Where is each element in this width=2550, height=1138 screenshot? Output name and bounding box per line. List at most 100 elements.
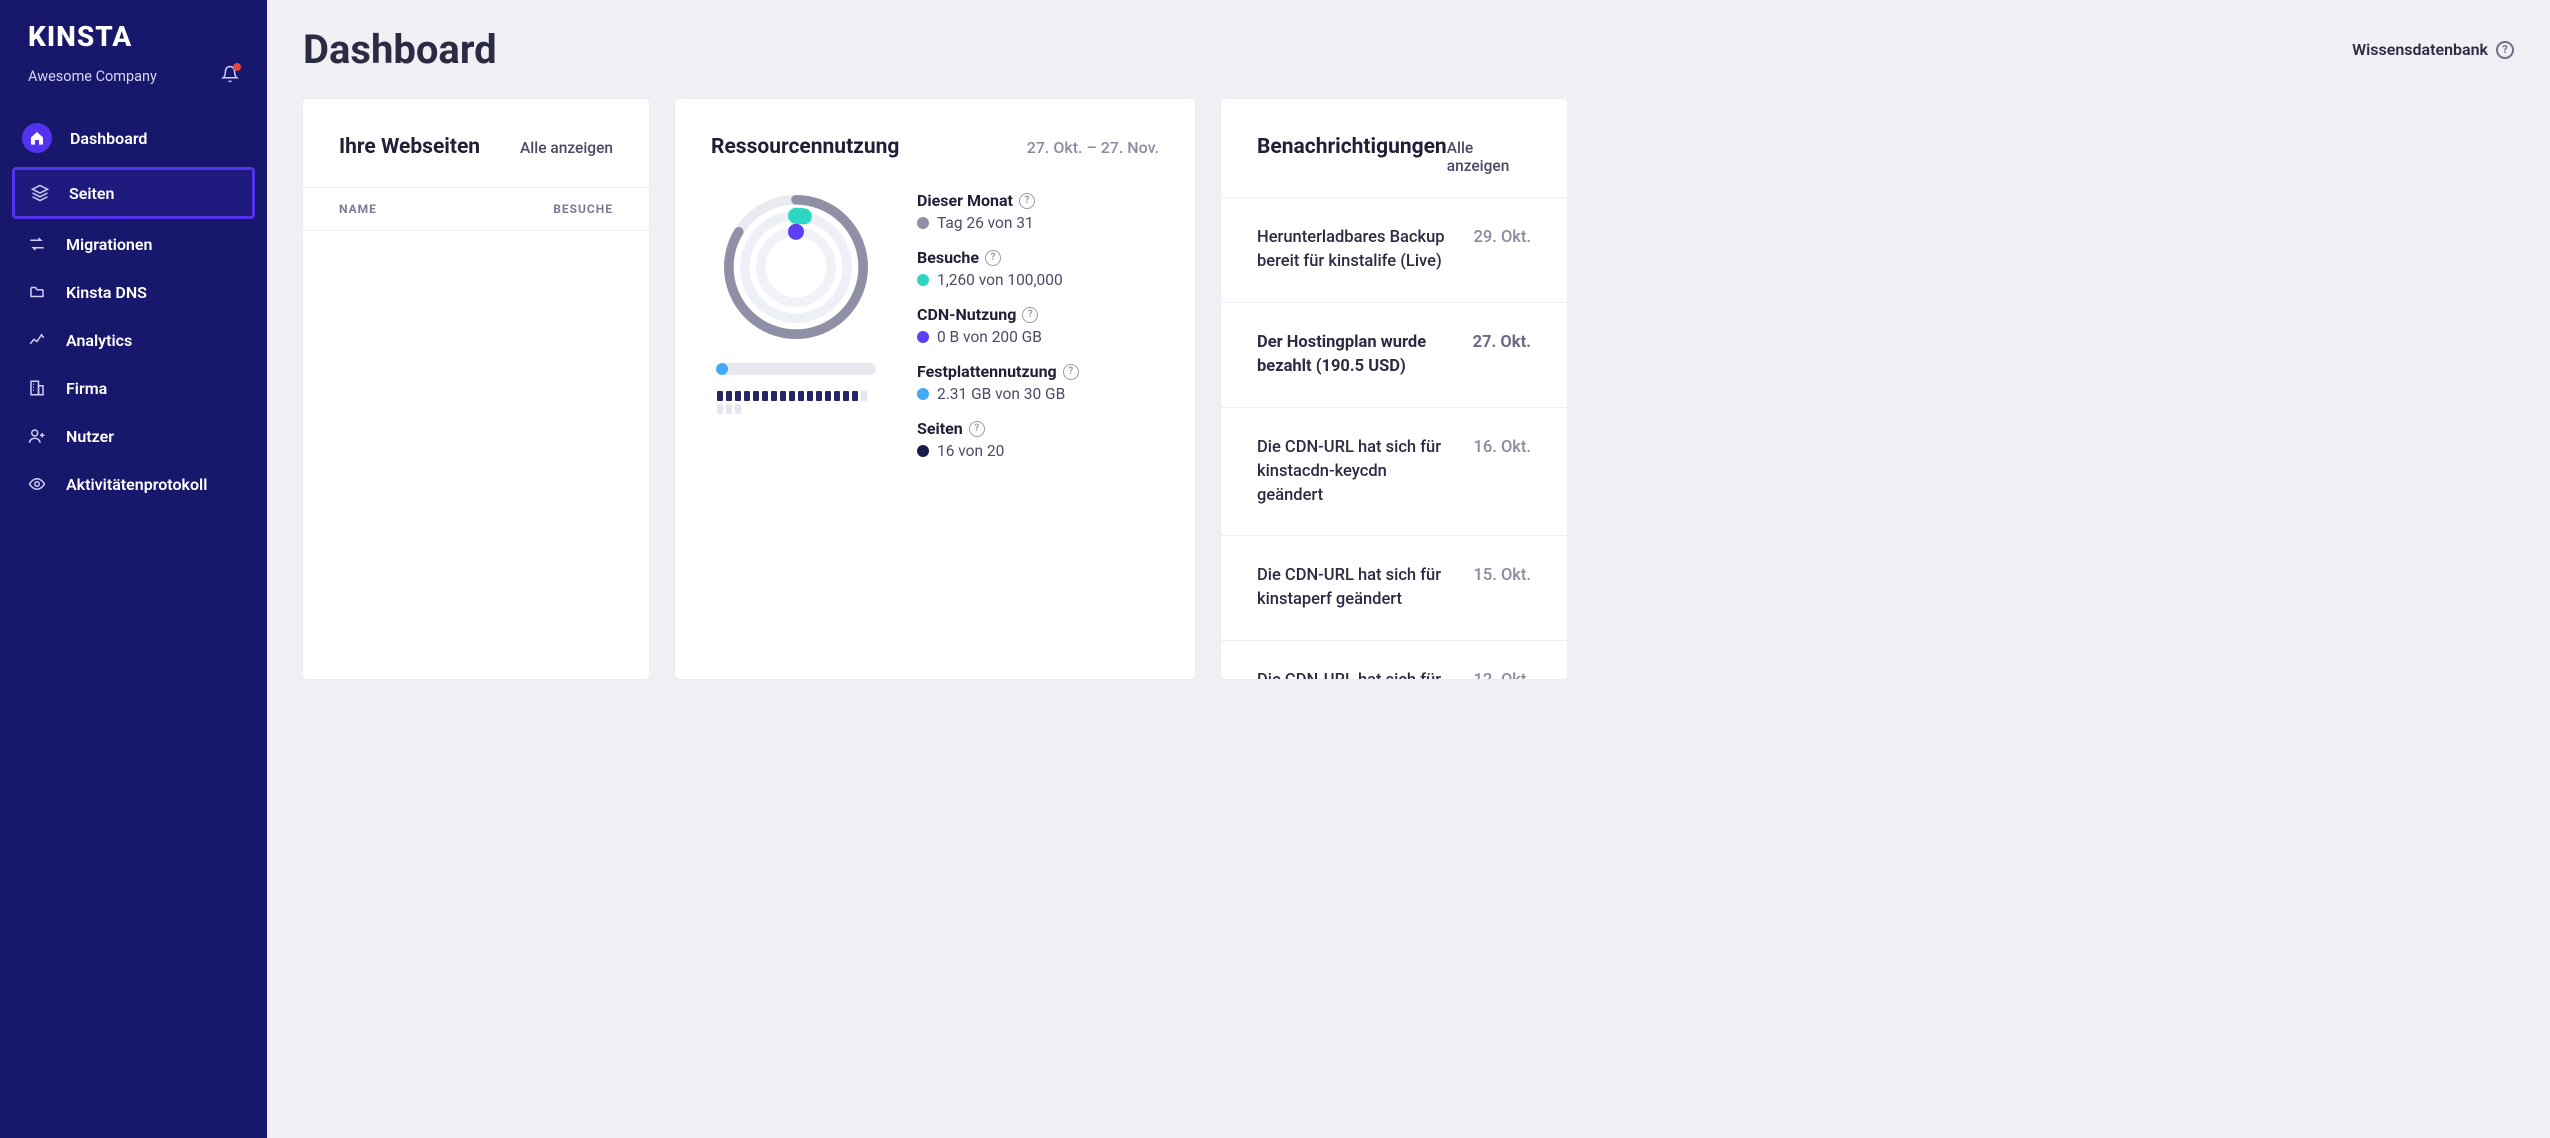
sidebar-item-dashboard[interactable]: Dashboard xyxy=(12,111,255,165)
trend-icon xyxy=(26,329,48,351)
stat-cdn: CDN-Nutzung ? 0 B von 200 GB xyxy=(917,305,1159,346)
notifications-title: Benachrichtigungen xyxy=(1257,135,1447,159)
stat-month-value: Tag 26 von 31 xyxy=(937,214,1034,232)
notifications-view-all[interactable]: Alle anzeigen xyxy=(1447,139,1531,175)
resources-title: Ressourcennutzung xyxy=(711,135,899,159)
stat-cdn-value: 0 B von 200 GB xyxy=(937,328,1042,346)
stat-visits: Besuche ? 1,260 von 100,000 xyxy=(917,248,1159,289)
help-icon: ? xyxy=(2496,41,2514,59)
notification-item[interactable]: Die CDN-URL hat sich für kinstacdn-keycd… xyxy=(1221,408,1567,537)
knowledge-base-label: Wissensdatenbank xyxy=(2352,40,2488,59)
sidebar-item-label: Aktivitätenprotokoll xyxy=(66,475,207,494)
bell-unread-dot xyxy=(233,63,241,71)
building-icon xyxy=(26,377,48,399)
resources-date-range: 27. Okt. – 27. Nov. xyxy=(1027,138,1159,157)
site-square xyxy=(789,391,795,401)
stat-cdn-label: CDN-Nutzung xyxy=(917,305,1016,324)
main: Dashboard Wissensdatenbank ? Ihre Websei… xyxy=(267,0,2550,1138)
site-square xyxy=(852,391,858,401)
notification-message: Herunterladbares Backup bereit für kinst… xyxy=(1257,226,1454,274)
user-plus-icon xyxy=(26,425,48,447)
notification-item[interactable]: Herunterladbares Backup bereit für kinst… xyxy=(1221,198,1567,303)
help-icon[interactable]: ? xyxy=(969,421,985,437)
sidebar-item-activity[interactable]: Aktivitätenprotokoll xyxy=(12,461,255,507)
notification-date: 27. Okt. xyxy=(1473,331,1531,355)
site-square xyxy=(780,391,786,401)
websites-title: Ihre Webseiten xyxy=(339,135,480,159)
notification-item[interactable]: Die CDN-URL hat sich für kinstasite geän… xyxy=(1221,641,1567,679)
stat-visits-dot xyxy=(917,274,929,286)
notification-date: 16. Okt. xyxy=(1474,436,1532,460)
stat-disk-dot xyxy=(917,388,929,400)
site-square xyxy=(726,404,732,414)
site-square xyxy=(861,391,867,401)
site-square xyxy=(843,391,849,401)
sidebar-item-label: Kinsta DNS xyxy=(66,283,147,302)
websites-view-all[interactable]: Alle anzeigen xyxy=(520,139,613,157)
help-icon[interactable]: ? xyxy=(985,250,1001,266)
websites-card: Ihre Webseiten Alle anzeigen NAME BESUCH… xyxy=(303,99,649,679)
sidebar-item-company[interactable]: Firma xyxy=(12,365,255,411)
sidebar-item-users[interactable]: Nutzer xyxy=(12,413,255,459)
site-square xyxy=(735,391,741,401)
app-root: KINSTA Awesome Company Dashboard xyxy=(0,0,2550,1138)
brand-logo: KINSTA xyxy=(0,20,267,63)
stat-sites-value: 16 von 20 xyxy=(937,442,1004,460)
sidebar-item-label: Migrationen xyxy=(66,235,152,254)
sidebar-item-label: Dashboard xyxy=(70,129,147,148)
notifications-bell[interactable] xyxy=(221,65,239,87)
stat-visits-label: Besuche xyxy=(917,248,979,267)
site-square xyxy=(798,391,804,401)
notification-item[interactable]: Die CDN-URL hat sich für kinstaperf geän… xyxy=(1221,536,1567,641)
sidebar-item-dns[interactable]: Kinsta DNS xyxy=(12,269,255,315)
stat-cdn-dot xyxy=(917,331,929,343)
stat-disk-value: 2.31 GB von 30 GB xyxy=(937,385,1065,403)
stat-disk: Festplattennutzung ? 2.31 GB von 30 GB xyxy=(917,362,1159,403)
sidebar-item-label: Analytics xyxy=(66,331,132,350)
notifications-card: Benachrichtigungen Alle anzeigen Herunte… xyxy=(1221,99,1567,679)
sidebar: KINSTA Awesome Company Dashboard xyxy=(0,0,267,1138)
site-square xyxy=(744,391,750,401)
stat-disk-label: Festplattennutzung xyxy=(917,362,1057,381)
company-row: Awesome Company xyxy=(0,63,267,111)
notifications-list: Herunterladbares Backup bereit für kinst… xyxy=(1221,197,1567,679)
resource-stats: Dieser Monat ? Tag 26 von 31 Besuche xyxy=(917,187,1159,460)
notification-message: Die CDN-URL hat sich für kinstasite geän… xyxy=(1257,669,1454,679)
company-name: Awesome Company xyxy=(28,68,157,85)
knowledge-base-link[interactable]: Wissensdatenbank ? xyxy=(2352,40,2514,59)
sidebar-item-migrations[interactable]: Migrationen xyxy=(12,221,255,267)
notification-item[interactable]: Der Hostingplan wurde bezahlt (190.5 USD… xyxy=(1221,303,1567,408)
dashboard-grid: Ihre Webseiten Alle anzeigen NAME BESUCH… xyxy=(303,99,2514,679)
home-icon xyxy=(26,127,48,149)
websites-table-head: NAME BESUCHE xyxy=(303,187,649,231)
help-icon[interactable]: ? xyxy=(1022,307,1038,323)
site-square xyxy=(807,391,813,401)
sidebar-item-sites[interactable]: Seiten xyxy=(12,167,255,219)
stat-sites: Seiten ? 16 von 20 xyxy=(917,419,1159,460)
notification-message: Der Hostingplan wurde bezahlt (190.5 USD… xyxy=(1257,331,1453,379)
col-name: NAME xyxy=(339,202,377,216)
disk-usage-bar xyxy=(716,363,876,375)
help-icon[interactable]: ? xyxy=(1019,193,1035,209)
sites-used-squares xyxy=(717,391,875,414)
help-icon[interactable]: ? xyxy=(1063,364,1079,380)
stat-month-dot xyxy=(917,217,929,229)
col-visits: BESUCHE xyxy=(553,202,613,216)
notification-message: Die CDN-URL hat sich für kinstaperf geän… xyxy=(1257,564,1454,612)
transfer-icon xyxy=(26,233,48,255)
sidebar-item-label: Firma xyxy=(66,379,107,398)
sidebar-item-analytics[interactable]: Analytics xyxy=(12,317,255,363)
sidebar-nav: Dashboard Seiten Migrationen Kinsta DNS xyxy=(0,111,267,507)
stat-sites-label: Seiten xyxy=(917,419,963,438)
dns-icon xyxy=(26,281,48,303)
site-square xyxy=(816,391,822,401)
notification-date: 12. Okt. xyxy=(1474,669,1532,679)
stat-sites-dot xyxy=(917,445,929,457)
stat-visits-value: 1,260 von 100,000 xyxy=(937,271,1063,289)
disk-usage-fill xyxy=(716,363,728,375)
resources-card: Ressourcennutzung 27. Okt. – 27. Nov. xyxy=(675,99,1195,679)
eye-icon xyxy=(26,473,48,495)
sidebar-item-label: Seiten xyxy=(69,184,114,203)
site-square xyxy=(717,404,723,414)
site-square xyxy=(771,391,777,401)
